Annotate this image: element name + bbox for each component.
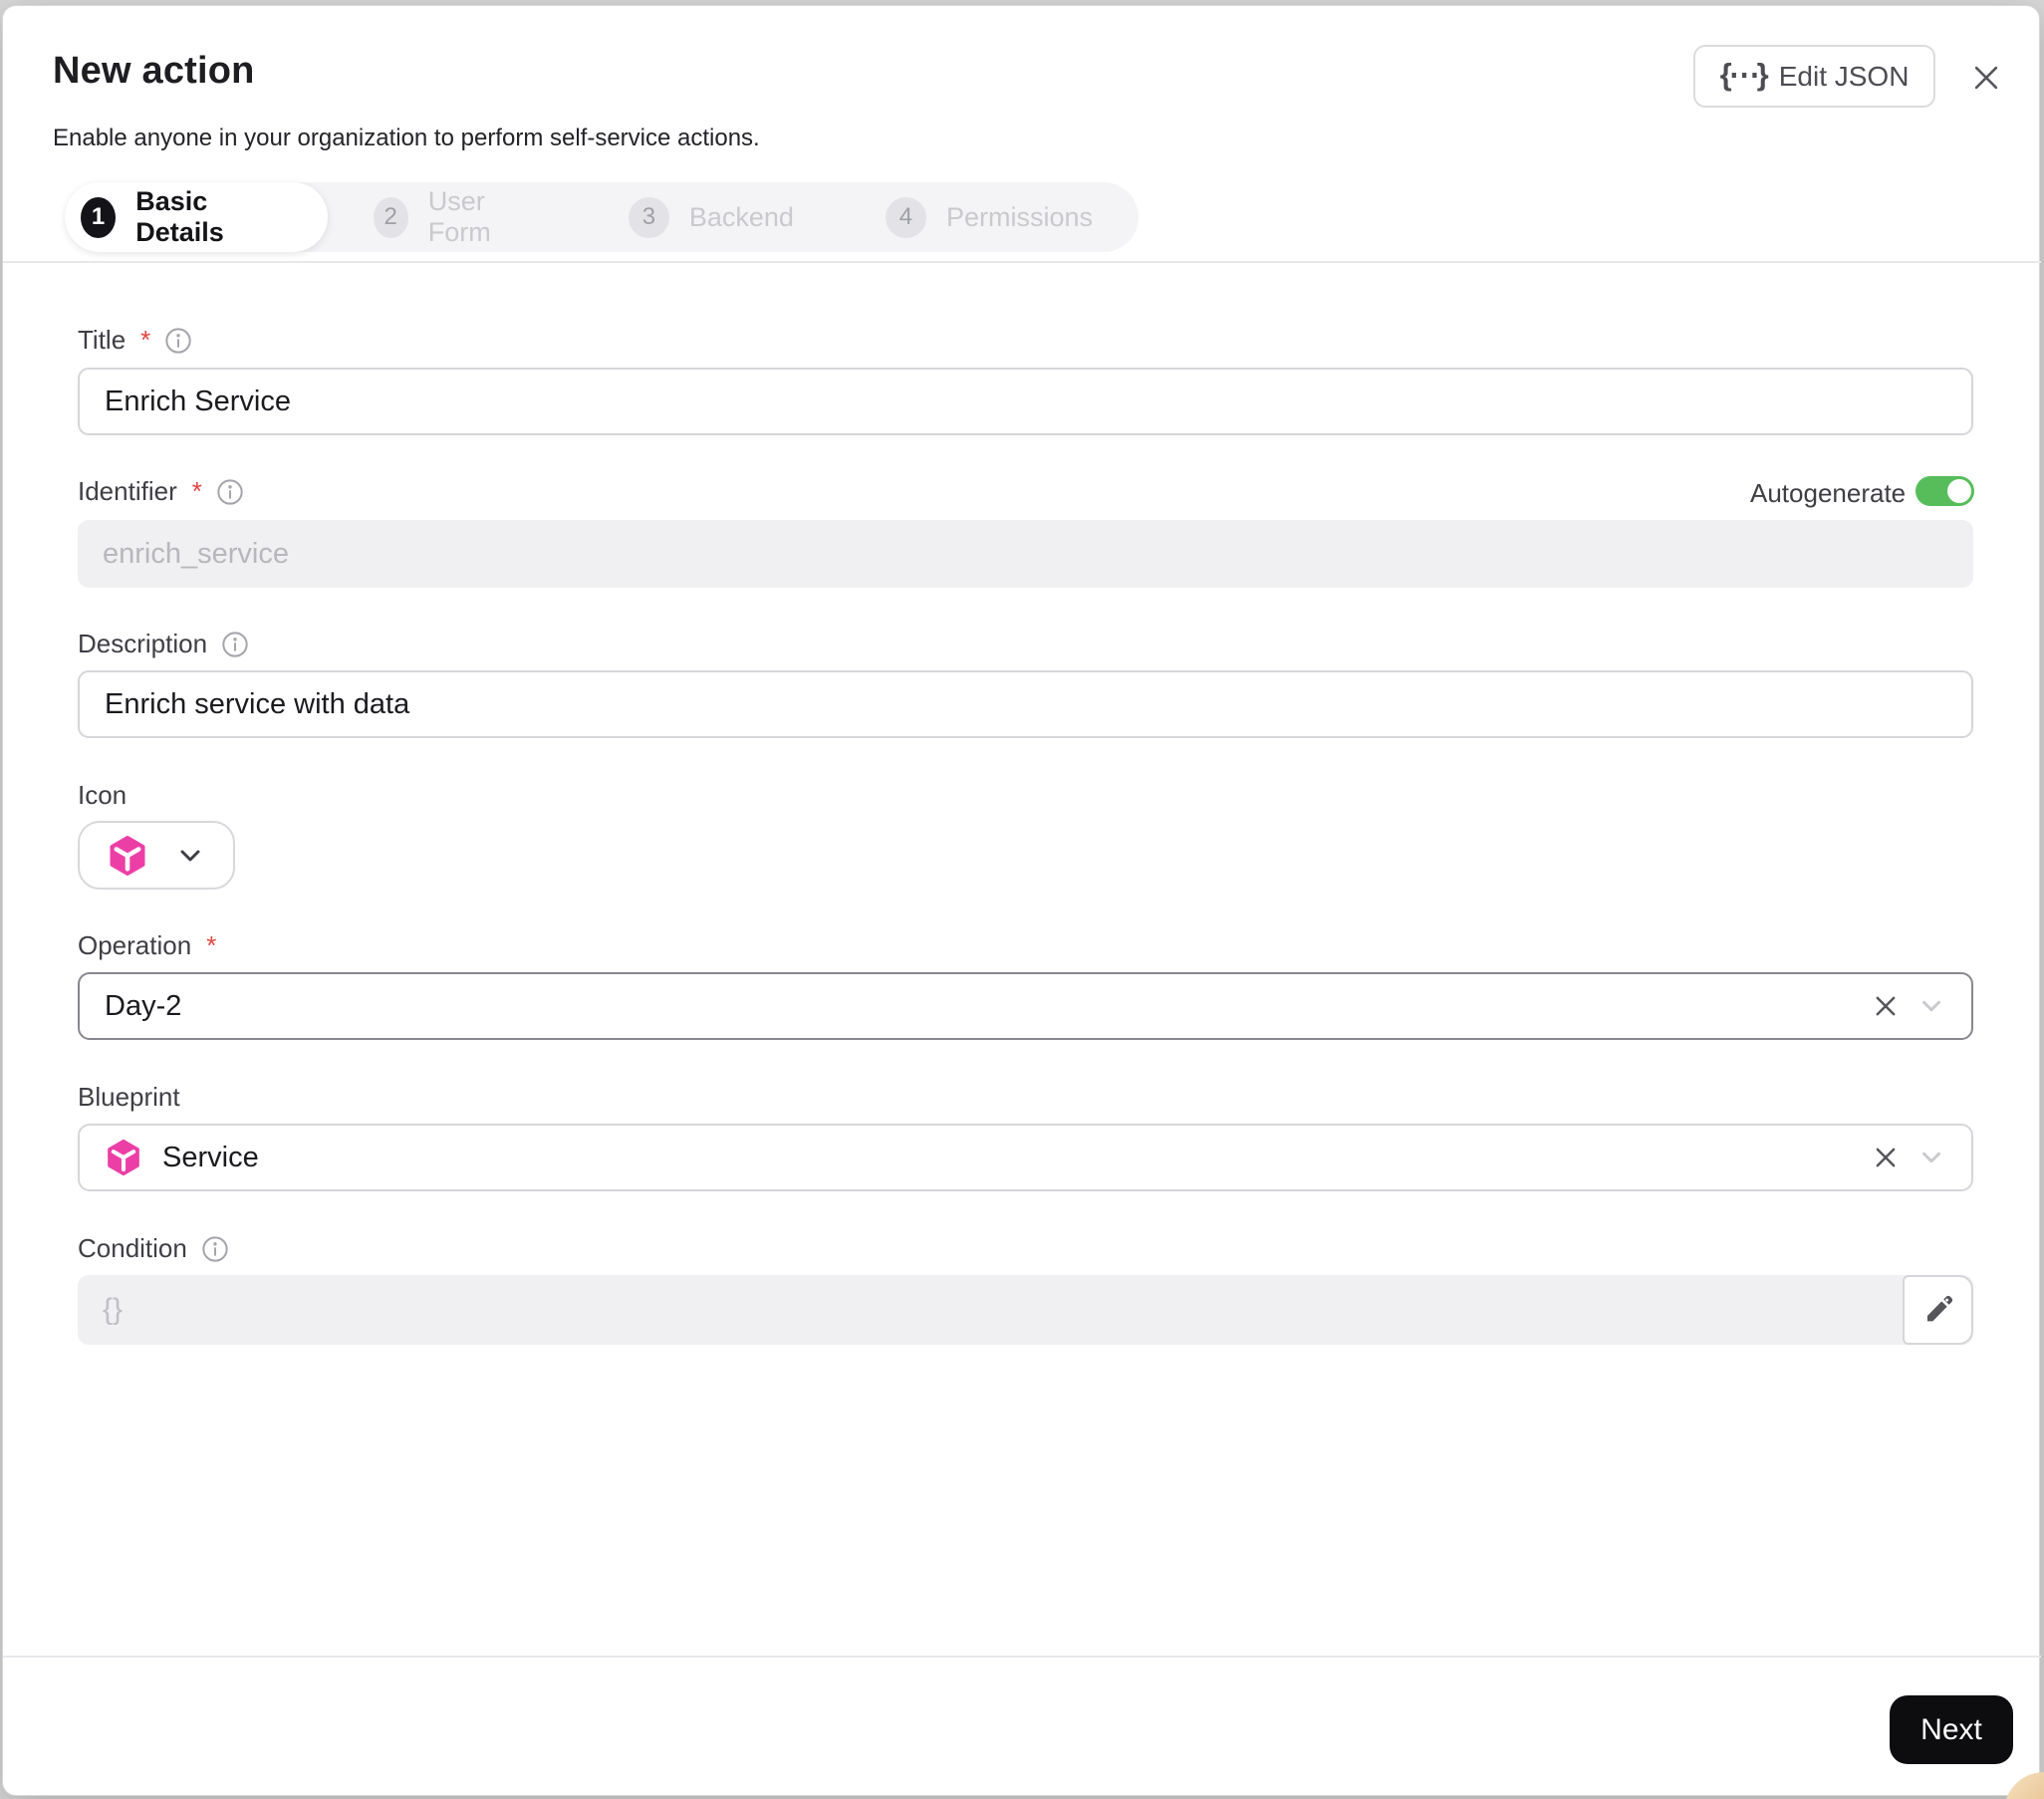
autogenerate-label: Autogenerate [1750, 478, 1907, 508]
identifier-value: enrich_service [103, 537, 289, 570]
new-action-dialog: New action Enable anyone in your organiz… [2, 5, 2041, 1796]
operation-select[interactable]: Day-2 [78, 972, 1973, 1040]
clear-x-icon[interactable] [1866, 1138, 1906, 1177]
identifier-input: enrich_service [78, 520, 1973, 588]
title-label-row: Title * [78, 325, 192, 356]
icon-label: Icon [78, 780, 128, 810]
identifier-label-row: Identifier * [78, 476, 244, 507]
required-asterisk: * [191, 476, 202, 506]
blueprint-value: Service [162, 1141, 259, 1173]
code-braces-icon: {⋯} [1719, 56, 1769, 92]
step-number-badge: 3 [628, 196, 669, 238]
identifier-label: Identifier [78, 476, 177, 506]
step-label: Backend [688, 201, 794, 232]
edit-json-label: Edit JSON [1778, 60, 1910, 92]
description-value: Enrich service with data [105, 687, 410, 720]
chevron-down-icon[interactable] [1906, 986, 1957, 1026]
toggle-knob [1947, 479, 1971, 503]
chevron-down-icon[interactable] [1906, 1138, 1957, 1177]
header-divider [3, 261, 2041, 263]
chevron-down-icon [180, 850, 200, 861]
edit-condition-button[interactable] [1903, 1275, 1973, 1345]
required-asterisk: * [206, 930, 217, 960]
info-icon[interactable] [216, 478, 244, 506]
info-icon[interactable] [201, 1235, 229, 1263]
cube-icon [108, 1139, 139, 1176]
description-input[interactable]: Enrich service with data [78, 670, 1973, 738]
close-icon [1974, 66, 1998, 90]
required-asterisk: * [140, 325, 151, 355]
footer-divider [3, 1656, 2041, 1658]
tab-basic-details[interactable]: 1 Basic Details [65, 182, 328, 252]
condition-input: {} [78, 1275, 1973, 1345]
tab-backend[interactable]: 3 Backend [583, 182, 840, 252]
next-button[interactable]: Next [1890, 1695, 2013, 1764]
screen: New action Enable anyone in your organiz… [0, 0, 2044, 1799]
condition-placeholder: {} [103, 1293, 124, 1326]
blueprint-select[interactable]: Service [78, 1124, 1973, 1191]
operation-label: Operation [78, 930, 192, 960]
tab-permissions[interactable]: 4 Permissions [840, 182, 1139, 252]
step-number-badge: 2 [373, 196, 408, 238]
step-number-badge: 1 [81, 196, 117, 238]
cube-icon [110, 835, 145, 876]
title-label: Title [78, 325, 127, 355]
title-value: Enrich Service [105, 385, 291, 417]
icon-label-row: Icon [78, 780, 127, 811]
autogenerate-toggle[interactable] [1916, 476, 1974, 506]
step-label: User Form [427, 186, 491, 247]
tab-user-form[interactable]: 2 User Form [328, 182, 583, 252]
step-number-badge: 4 [885, 196, 926, 238]
operation-label-row: Operation * [78, 930, 216, 961]
info-icon[interactable] [221, 631, 249, 658]
blueprint-label-row: Blueprint [78, 1082, 180, 1113]
info-icon[interactable] [164, 327, 192, 355]
next-label: Next [1920, 1712, 1982, 1746]
page-title: New action [53, 50, 255, 92]
title-input[interactable]: Enrich Service [78, 368, 1973, 435]
pencil-icon [1926, 1295, 1952, 1322]
step-label: Permissions [945, 201, 1093, 232]
blueprint-label: Blueprint [78, 1082, 180, 1112]
step-label: Basic Details [135, 186, 224, 247]
dialog-subtitle: Enable anyone in your organization to pe… [53, 125, 760, 151]
condition-label: Condition [78, 1233, 187, 1263]
operation-value: Day-2 [105, 989, 182, 1022]
edit-json-button[interactable]: {⋯} Edit JSON [1693, 45, 1935, 108]
description-label: Description [78, 629, 208, 658]
stepper: 1 Basic Details 2 User Form 3 Backend 4 … [65, 182, 1139, 252]
condition-label-row: Condition [78, 1233, 229, 1264]
icon-dropdown[interactable] [78, 821, 235, 890]
close-button[interactable] [1965, 57, 2007, 99]
clear-x-icon[interactable] [1866, 986, 1906, 1026]
description-label-row: Description [78, 629, 249, 659]
